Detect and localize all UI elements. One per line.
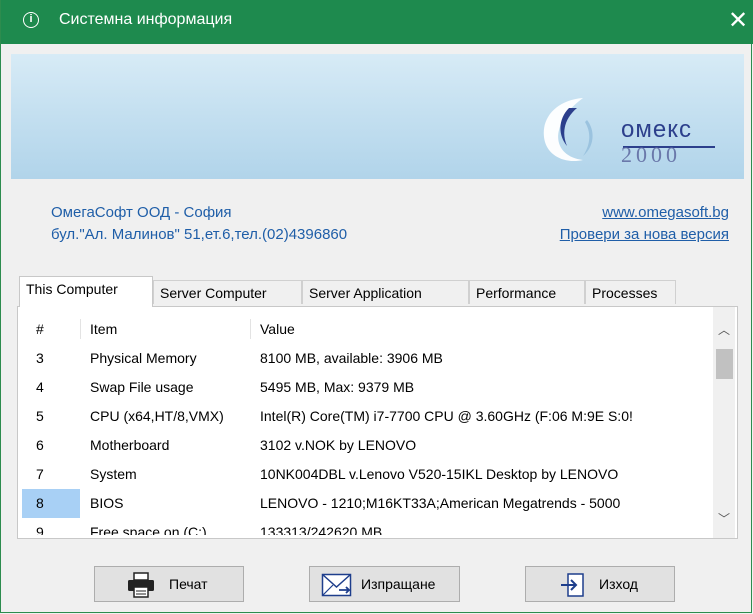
envelope-send-icon [321,573,352,597]
table-header: # Item Value [20,315,712,344]
row-item: Free space on (C:) [90,524,207,535]
column-divider[interactable] [250,319,251,339]
info-panel: # Item Value 3 Physical Memory 8100 MB, … [17,306,738,539]
row-item: Swap File usage [90,379,194,395]
print-button[interactable]: Печат [94,566,244,602]
row-number: 6 [36,437,44,453]
table-row[interactable]: 4 Swap File usage 5495 MB, Max: 9379 MB [20,373,712,402]
scroll-down-icon[interactable]: ﹀ [713,510,735,530]
row-number: 7 [36,466,44,482]
row-item: System [90,466,137,482]
row-item: CPU (x64,HT/8,VMX) [90,408,224,424]
row-value: 8100 MB, available: 3906 MB [260,350,443,366]
printer-icon [128,572,154,598]
vertical-scrollbar[interactable]: ︿ ﹀ [713,307,735,538]
column-header-value[interactable]: Value [260,321,295,337]
banner: омекс 2000 [11,54,744,179]
column-header-item[interactable]: Item [90,321,117,337]
table-row[interactable]: 9 Free space on (C:) 133313/242620 MB [20,518,712,535]
exit-button-label: Изход [599,576,638,592]
company-address: бул."Ал. Малинов" 51,ет.6,тел.(02)439686… [51,226,348,243]
links: www.omegasoft.bg Провери за нова версия [560,204,729,248]
row-item: Motherboard [90,437,170,453]
row-number: 3 [36,350,44,366]
logo-year: 2000 [621,142,681,167]
table-row[interactable]: 7 System 10NK004DBL v.Lenovo V520-15IKL … [20,460,712,489]
logo-brand: омекс [621,116,692,143]
table-row[interactable]: 6 Motherboard 3102 v.NOK by LENOVO [20,431,712,460]
row-item: Physical Memory [90,350,197,366]
tab-server-computer[interactable]: Server Computer [153,280,302,304]
company-info: ОмегаСофт ООД - София бул."Ал. Малинов" … [51,204,347,248]
scroll-thumb[interactable] [716,349,733,379]
row-value: LENOVO - 1210;M16KT33A;American Megatren… [260,495,621,511]
send-button[interactable]: Изпращане [309,566,460,602]
tab-server-application[interactable]: Server Application [302,280,469,304]
check-update-link[interactable]: Провери за нова версия [560,226,729,248]
row-value: 133313/242620 MB [260,524,383,535]
title-bar: i Системна информация ✕ [1,0,753,44]
tab-processes[interactable]: Processes [585,280,676,304]
row-item: BIOS [90,495,124,511]
scroll-up-icon[interactable]: ︿ [713,321,735,341]
row-value: 10NK004DBL v.Lenovo V520-15IKL Desktop b… [260,466,619,482]
table-row[interactable]: 5 CPU (x64,HT/8,VMX) Intel(R) Core(TM) i… [20,402,712,431]
company-name: ОмегаСофт ООД - София [51,204,232,221]
tab-this-computer[interactable]: This Computer [19,276,153,307]
info-table: # Item Value 3 Physical Memory 8100 MB, … [20,307,712,535]
row-number: 8 [36,495,44,511]
column-divider[interactable] [80,319,81,339]
row-number: 9 [36,524,44,535]
row-number: 5 [36,408,44,424]
exit-button[interactable]: Изход [525,566,675,602]
exit-icon [561,573,584,597]
table-row-selected[interactable]: 8 BIOS LENOVO - 1210;M16KT33A;American M… [20,489,712,518]
tab-performance[interactable]: Performance [469,280,585,304]
row-number: 4 [36,379,44,395]
column-header-number[interactable]: # [36,321,44,337]
website-link[interactable]: www.omegasoft.bg [560,204,729,226]
logo-swirl-icon [543,98,593,162]
row-value: 3102 v.NOK by LENOVO [260,437,417,453]
selection-highlight [22,489,80,518]
print-button-label: Печат [169,576,208,592]
omex-logo: омекс 2000 [525,90,735,170]
system-info-window: i Системна информация ✕ омекс 2000 Омега… [0,0,753,613]
info-icon: i [23,12,39,28]
row-value: 5495 MB, Max: 9379 MB [260,379,415,395]
close-icon[interactable]: ✕ [724,6,752,36]
send-button-label: Изпращане [361,576,436,592]
table-row[interactable]: 3 Physical Memory 8100 MB, available: 39… [20,344,712,373]
window-title: Системна информация [59,11,233,28]
row-value: Intel(R) Core(TM) i7-7700 CPU @ 3.60GHz … [260,408,633,424]
